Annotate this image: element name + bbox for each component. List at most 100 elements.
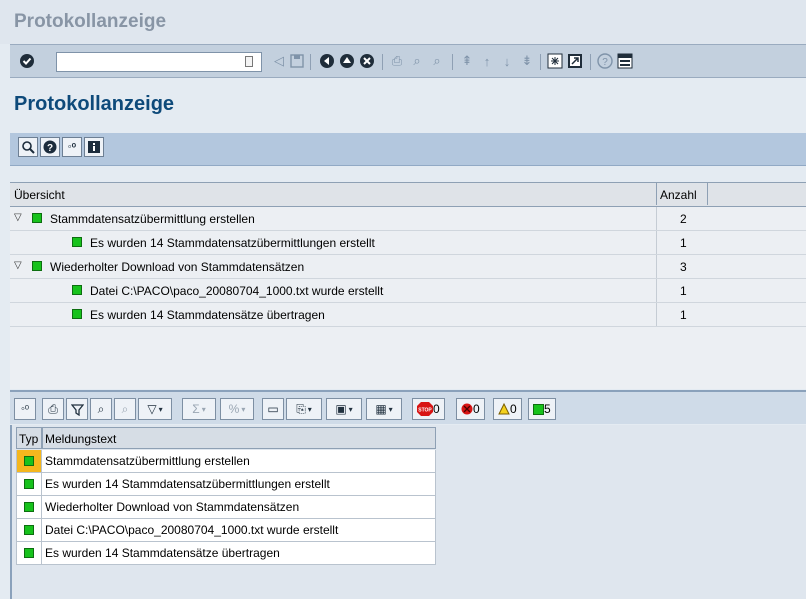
type-cell[interactable] (16, 542, 42, 565)
tree-node-count: 1 (680, 284, 687, 298)
views-icon[interactable]: ▣ ▾ (326, 398, 362, 420)
page-title: Protokollanzeige (14, 93, 175, 115)
layout-icon[interactable]: ▦ ▾ (366, 398, 402, 420)
grid-row[interactable]: Wiederholter Download von Stammdatensätz… (16, 496, 436, 519)
set-filter-icon[interactable]: ▽ ▾ (138, 398, 172, 420)
cancel-icon[interactable] (358, 52, 376, 70)
help-button-icon[interactable]: ? (40, 137, 60, 157)
tree-node-label: Stammdatensatzübermittlung erstellen (50, 212, 255, 226)
grid-row[interactable]: Es wurden 14 Stammdatensätze übertragen (16, 542, 436, 565)
application-toolbar: ? ◦ᵒ (10, 133, 806, 166)
grid-row[interactable]: Stammdatensatzübermittlung erstellen (16, 450, 436, 473)
collapse-left-icon[interactable]: ◁ (270, 52, 288, 70)
success-count: 5 (544, 402, 551, 416)
column-type[interactable]: Typ (16, 427, 42, 449)
stop-filter-button[interactable]: STOP 0 (412, 398, 445, 420)
warning-filter-button[interactable]: 0 (493, 398, 522, 420)
success-light-icon (24, 525, 34, 535)
tree-node-label: Datei C:\PACO\paco_20080704_1000.txt wur… (90, 284, 384, 298)
separator (310, 54, 311, 70)
shortcut-icon[interactable] (566, 52, 584, 70)
message-text-cell[interactable]: Wiederholter Download von Stammdatensätz… (42, 496, 436, 519)
message-text-cell[interactable]: Datei C:\PACO\paco_20080704_1000.txt wur… (42, 519, 436, 542)
exit-icon[interactable] (338, 52, 356, 70)
stop-count: 0 (433, 402, 440, 416)
new-session-icon[interactable] (546, 52, 564, 70)
message-text-cell[interactable]: Stammdatensatzübermittlung erstellen (42, 450, 436, 473)
grid-row[interactable]: Es wurden 14 Stammdatensatzübermittlunge… (16, 473, 436, 496)
print-preview-icon[interactable]: ▭ (262, 398, 284, 420)
message-text-cell[interactable]: Es wurden 14 Stammdatensätze übertragen (42, 542, 436, 565)
column-count[interactable]: Anzahl (656, 183, 708, 205)
tree-node[interactable]: ▽ Wiederholter Download von Stammdatensä… (10, 255, 806, 279)
success-light-icon (32, 261, 42, 271)
first-page-icon[interactable]: ⇞ (458, 52, 476, 70)
expand-triangle-icon[interactable]: ▽ (14, 260, 22, 271)
tree-node-label: Wiederholter Download von Stammdatensätz… (50, 260, 305, 274)
separator (590, 54, 591, 70)
success-light-icon (24, 479, 34, 489)
svg-text:?: ? (602, 57, 608, 68)
tree-node-count: 1 (680, 236, 687, 250)
command-history-icon[interactable] (245, 56, 253, 67)
find-icon[interactable]: ⌕ (408, 52, 426, 70)
tree-header: Übersicht Anzahl (10, 183, 806, 207)
tree-node[interactable]: Es wurden 14 Stammdatensatzübermittlunge… (10, 231, 806, 255)
success-filter-button[interactable]: 5 (528, 398, 556, 420)
tree-node-label: Es wurden 14 Stammdatensatzübermittlunge… (90, 236, 375, 250)
column-overview[interactable]: Übersicht (14, 188, 65, 202)
sum-icon[interactable]: Σ ▾ (182, 398, 216, 420)
expand-triangle-icon[interactable]: ▽ (14, 212, 22, 223)
enter-icon[interactable] (18, 52, 36, 70)
type-cell[interactable] (16, 496, 42, 519)
previous-page-icon[interactable]: ↑ (478, 52, 496, 70)
success-light-icon (72, 309, 82, 319)
print-icon[interactable]: ⎙ (388, 52, 406, 70)
layout-menu-icon[interactable] (616, 52, 634, 70)
tree-node[interactable]: ▽ Stammdatensatzübermittlung erstellen 2 (10, 207, 806, 231)
type-cell[interactable] (16, 519, 42, 542)
last-page-icon[interactable]: ⇟ (518, 52, 536, 70)
tree-node[interactable]: Datei C:\PACO\paco_20080704_1000.txt wur… (10, 279, 806, 303)
separator (452, 54, 453, 70)
success-light-icon (24, 456, 34, 466)
column-message-text[interactable]: Meldungstext (42, 427, 436, 449)
warning-count: 0 (510, 402, 517, 416)
glasses-icon[interactable]: ◦ᵒ (62, 137, 82, 157)
alv-toolbar: ◦ᵒ ⎙ ⌕ ⌕ ▽ ▾ Σ ▾ % ▾ ▭ ⎘ ▾ ▣ ▾ ▦ ▾ STOP 0 0 0 … (10, 390, 806, 424)
find-icon[interactable]: ⌕ (90, 398, 112, 420)
tree-node-count: 3 (680, 260, 687, 274)
back-icon[interactable] (318, 52, 336, 70)
svg-text:?: ? (47, 143, 53, 154)
tree-node-count: 1 (680, 308, 687, 322)
system-toolbar: ◁ ⎙ ⌕ ⌕ ⇞ ↑ ↓ ⇟ ? (10, 44, 806, 78)
help-icon[interactable]: ? (596, 52, 614, 70)
find-next-icon[interactable]: ⌕ (428, 52, 446, 70)
subtotal-icon[interactable]: % ▾ (220, 398, 254, 420)
error-filter-button[interactable]: 0 (456, 398, 485, 420)
success-light-icon (72, 237, 82, 247)
tree-node[interactable]: Es wurden 14 Stammdatensätze übertragen … (10, 303, 806, 327)
grid-row[interactable]: Datei C:\PACO\paco_20080704_1000.txt wur… (16, 519, 436, 542)
message-grid: Typ Meldungstext Stammdatensatzübermittl… (10, 425, 806, 599)
type-cell[interactable] (16, 473, 42, 496)
success-light-icon (24, 502, 34, 512)
message-text-cell[interactable]: Es wurden 14 Stammdatensatzübermittlunge… (42, 473, 436, 496)
print-icon[interactable]: ⎙ (42, 398, 64, 420)
detail-search-icon[interactable] (18, 137, 38, 157)
glasses-icon[interactable]: ◦ᵒ (14, 398, 36, 420)
export-icon[interactable]: ⎘ ▾ (286, 398, 322, 420)
type-cell[interactable] (16, 450, 42, 473)
svg-text:STOP: STOP (418, 408, 432, 414)
next-page-icon[interactable]: ↓ (498, 52, 516, 70)
command-field[interactable] (56, 52, 262, 72)
filter-icon[interactable] (66, 398, 88, 420)
find-next-icon[interactable]: ⌕ (114, 398, 136, 420)
success-light-icon (24, 548, 34, 558)
save-icon[interactable] (288, 52, 306, 70)
separator (382, 54, 383, 70)
grid-header: Typ Meldungstext (16, 427, 436, 449)
overview-tree: Übersicht Anzahl ▽ Stammdatensatzübermit… (10, 182, 806, 389)
info-icon[interactable] (84, 137, 104, 157)
success-light-icon (72, 285, 82, 295)
